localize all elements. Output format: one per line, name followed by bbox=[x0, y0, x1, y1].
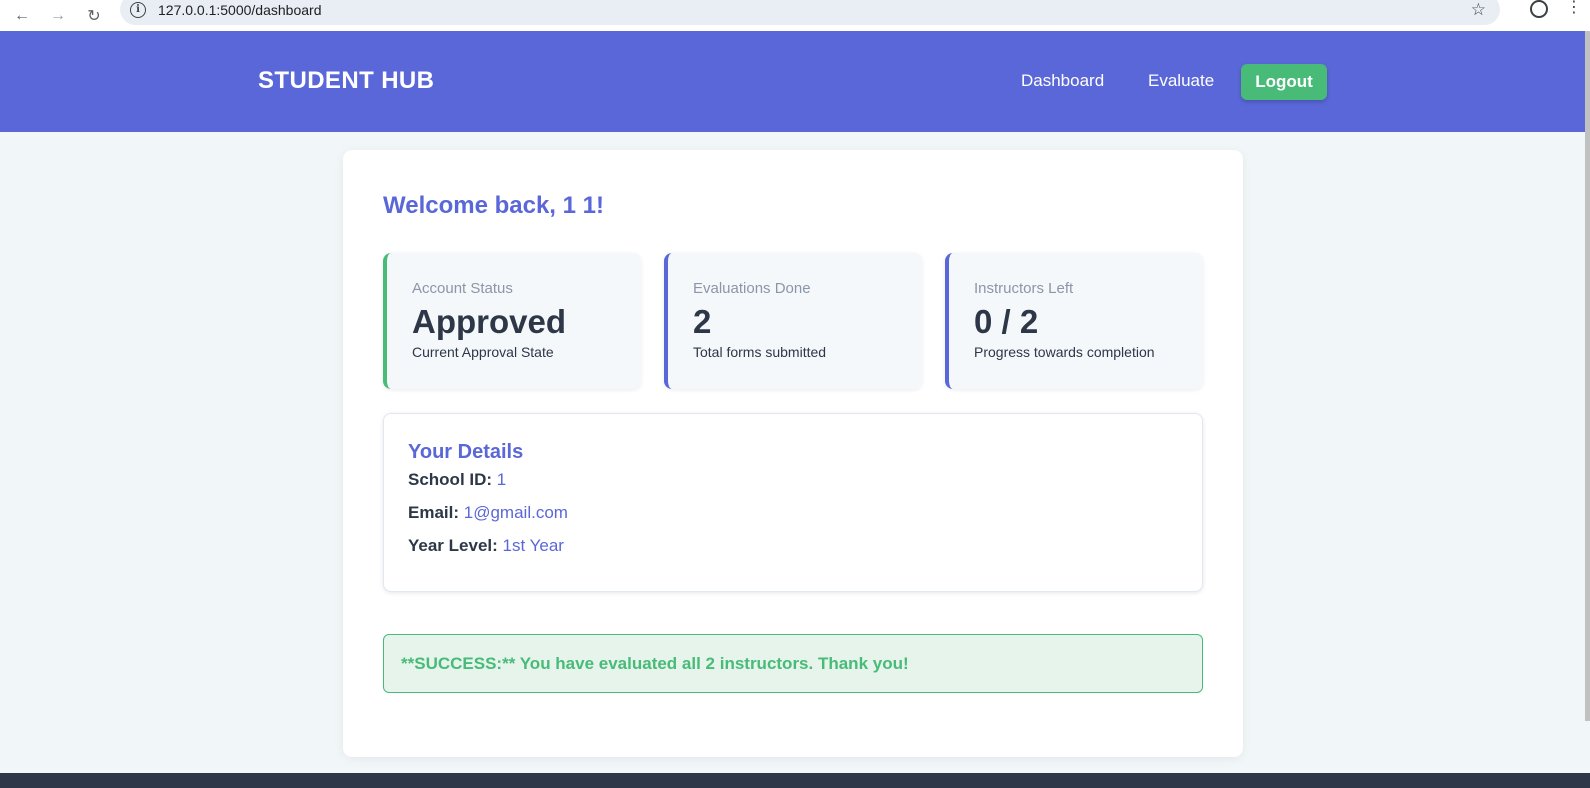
forward-icon[interactable]: → bbox=[44, 6, 72, 26]
details-panel: Your Details School ID: 1 Email: 1@gmail… bbox=[383, 413, 1203, 592]
info-icon[interactable]: i bbox=[130, 1, 146, 18]
app-header: STUDENT HUB Dashboard Evaluate Logout bbox=[0, 31, 1590, 132]
brand-logo[interactable]: STUDENT HUB bbox=[258, 67, 434, 95]
detail-email: Email: 1@gmail.com bbox=[408, 503, 568, 523]
stat-value: Approved bbox=[412, 303, 567, 340]
detail-value: 1st Year bbox=[502, 536, 564, 555]
nav-evaluate-link[interactable]: Evaluate bbox=[1148, 71, 1214, 91]
detail-year-level: Year Level: 1st Year bbox=[408, 536, 564, 556]
stat-subtext: Progress towards completion bbox=[974, 344, 1155, 360]
detail-value: 1 bbox=[496, 470, 507, 489]
nav-dashboard-link[interactable]: Dashboard bbox=[1021, 71, 1104, 91]
detail-value: 1@gmail.com bbox=[463, 503, 568, 522]
details-title: Your Details bbox=[408, 441, 524, 463]
stat-subtext: Current Approval State bbox=[412, 344, 554, 360]
url-text[interactable]: 127.0.0.1:5000/dashboard bbox=[158, 2, 321, 18]
stat-label: Instructors Left bbox=[974, 280, 1074, 297]
detail-label: Year Level: bbox=[408, 536, 498, 555]
page-title: Welcome back, 1 1! bbox=[383, 192, 604, 219]
stat-card-instructors-left: Instructors Left 0 / 2 Progress towards … bbox=[945, 253, 1203, 389]
menu-icon[interactable]: ⋮ bbox=[1566, 0, 1582, 18]
success-alert: **SUCCESS:** You have evaluated all 2 in… bbox=[383, 634, 1203, 693]
detail-label: School ID: bbox=[408, 470, 493, 489]
detail-school-id: School ID: 1 bbox=[408, 470, 506, 490]
stat-label: Evaluations Done bbox=[693, 280, 811, 297]
star-icon[interactable]: ☆ bbox=[1471, 0, 1486, 20]
reload-icon[interactable]: ↻ bbox=[80, 6, 108, 26]
page-footer bbox=[0, 773, 1590, 788]
stat-card-evaluations-done: Evaluations Done 2 Total forms submitted bbox=[664, 253, 922, 389]
detail-label: Email: bbox=[408, 503, 460, 522]
logout-button[interactable]: Logout bbox=[1241, 64, 1327, 100]
profile-icon[interactable] bbox=[1530, 0, 1548, 18]
stat-subtext: Total forms submitted bbox=[693, 344, 827, 360]
stat-label: Account Status bbox=[412, 280, 513, 297]
stat-card-account-status: Account Status Approved Current Approval… bbox=[383, 253, 641, 389]
dashboard-card: Welcome back, 1 1! Account Status Approv… bbox=[343, 150, 1243, 757]
back-icon[interactable]: ← bbox=[8, 6, 36, 26]
browser-toolbar: ← → ↻ i 127.0.0.1:5000/dashboard ☆ ⋮ bbox=[0, 0, 1590, 31]
address-bar[interactable]: i 127.0.0.1:5000/dashboard ☆ bbox=[120, 0, 1500, 25]
stat-value: 0 / 2 bbox=[974, 303, 1039, 340]
stat-value: 2 bbox=[693, 303, 712, 340]
success-message: **SUCCESS:** You have evaluated all 2 in… bbox=[401, 654, 909, 673]
page-scrollbar[interactable] bbox=[1585, 31, 1590, 721]
